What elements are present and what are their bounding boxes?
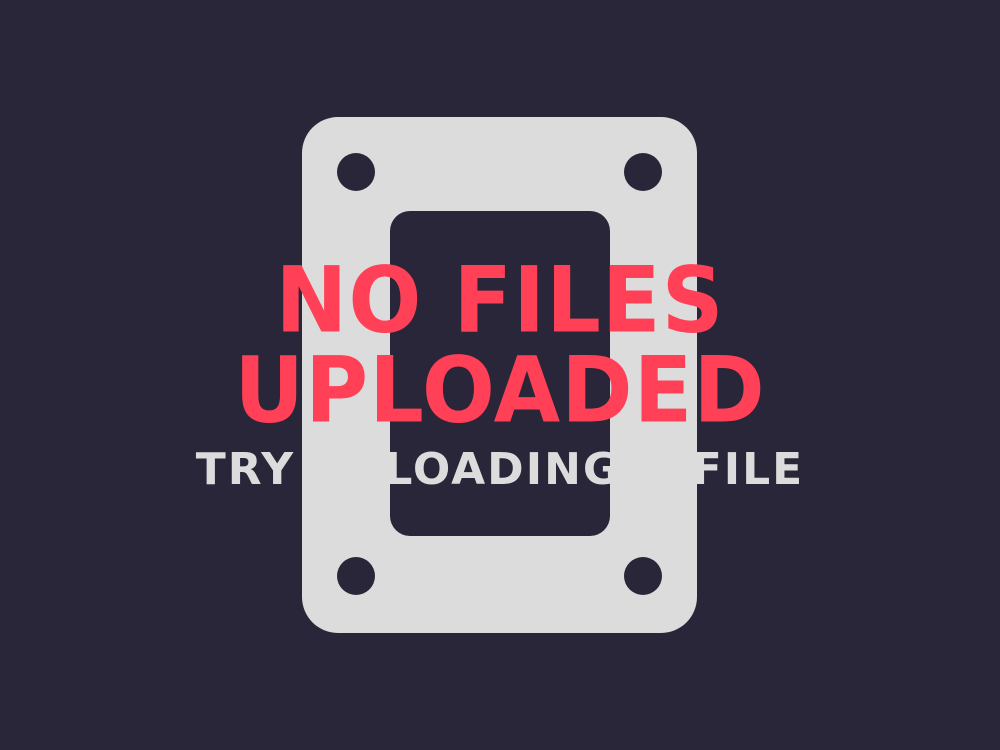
screw-hole-top-right — [624, 153, 662, 191]
screw-hole-top-left — [337, 153, 375, 191]
empty-state-screen: NO FILES UPLOADED TRY UPLOADING A FILE — [0, 0, 1000, 750]
headline-line-1: NO FILES — [275, 248, 725, 354]
subtitle: TRY UPLOADING A FILE — [195, 444, 805, 495]
screw-hole-bottom-left — [337, 557, 375, 595]
headline-line-2: UPLOADED — [234, 338, 766, 444]
screw-hole-bottom-right — [624, 557, 662, 595]
